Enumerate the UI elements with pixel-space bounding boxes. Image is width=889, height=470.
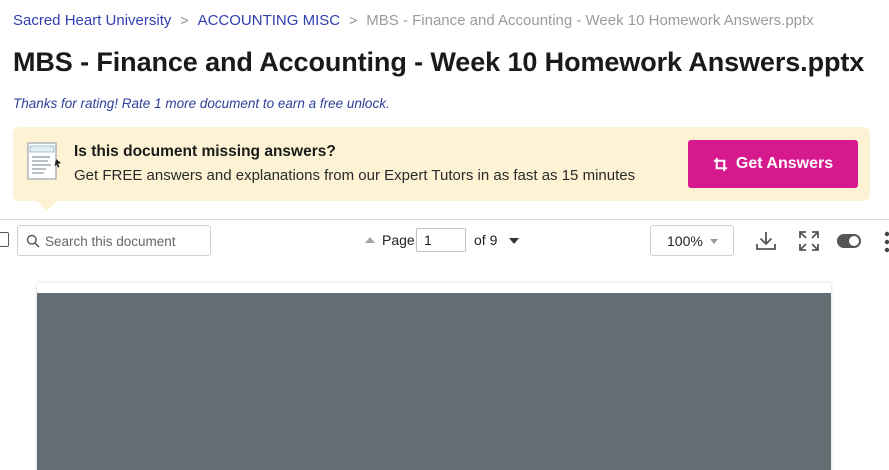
- dark-mode-toggle[interactable]: [837, 234, 861, 248]
- document-toolbar: Page of 9 100%: [0, 219, 889, 259]
- page-number-input[interactable]: [416, 228, 466, 252]
- crop-icon: [713, 157, 727, 171]
- breadcrumb-separator: >: [349, 12, 358, 28]
- search-box[interactable]: [17, 225, 211, 256]
- breadcrumb-separator: >: [180, 12, 189, 28]
- rating-message: Thanks for rating! Rate 1 more document …: [13, 96, 390, 111]
- page-count: of 9: [474, 232, 498, 248]
- banner-text: Get FREE answers and explanations from o…: [74, 167, 636, 184]
- document-viewer[interactable]: [0, 259, 889, 470]
- document-page: [37, 283, 831, 470]
- document-icon: [26, 141, 62, 183]
- previous-page-arrow-icon[interactable]: [365, 237, 375, 243]
- breadcrumb-current: MBS - Finance and Accounting - Week 10 H…: [366, 11, 814, 29]
- slide-preview: [37, 293, 831, 470]
- breadcrumb-link-university[interactable]: Sacred Heart University: [13, 12, 171, 29]
- search-icon: [26, 234, 40, 248]
- get-answers-button[interactable]: Get Answers: [688, 140, 858, 188]
- breadcrumb-link-course[interactable]: ACCOUNTING MISC: [198, 12, 341, 29]
- page-label: Page: [382, 232, 415, 248]
- get-answers-label: Get Answers: [735, 155, 834, 172]
- sidebar-toggle-checkbox[interactable]: [0, 232, 9, 247]
- chevron-down-icon: [710, 239, 718, 244]
- fullscreen-icon[interactable]: [797, 229, 821, 253]
- download-icon[interactable]: [754, 229, 778, 253]
- more-vertical-icon[interactable]: [884, 231, 889, 253]
- zoom-value: 100%: [667, 233, 703, 249]
- missing-answers-banner: Is this document missing answers? Get FR…: [13, 127, 870, 201]
- next-page-arrow-icon[interactable]: [509, 238, 519, 244]
- toggle-knob: [849, 236, 859, 246]
- zoom-select[interactable]: 100%: [650, 225, 734, 256]
- search-input[interactable]: [45, 230, 205, 252]
- page-title: MBS - Finance and Accounting - Week 10 H…: [13, 47, 865, 77]
- banner-heading: Is this document missing answers?: [74, 143, 336, 160]
- banner-pointer: [36, 200, 58, 211]
- breadcrumb: Sacred Heart University > ACCOUNTING MIS…: [13, 11, 814, 29]
